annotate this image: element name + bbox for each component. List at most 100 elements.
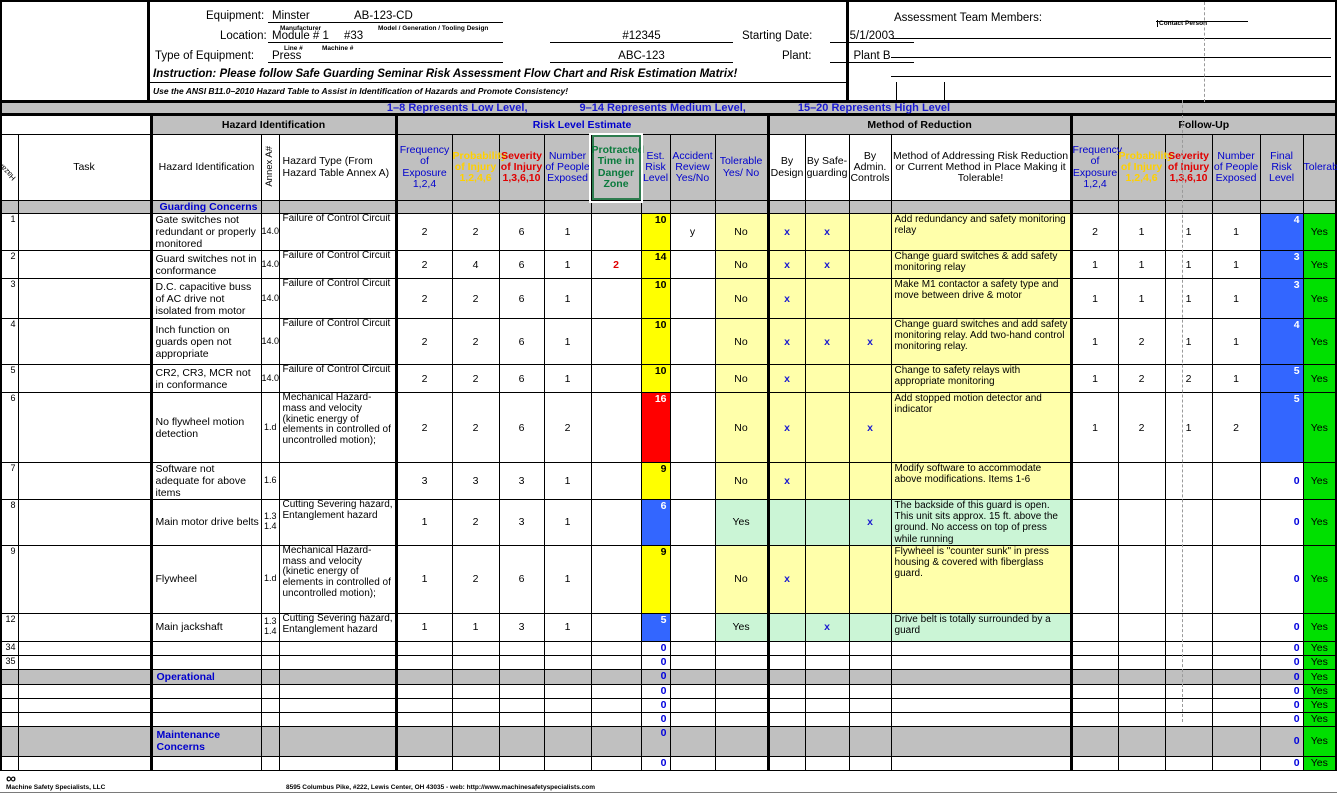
protracted-time-cell[interactable] xyxy=(590,213,642,251)
tolerable-cell[interactable]: No xyxy=(714,278,770,319)
accident-review-cell[interactable] xyxy=(669,755,716,771)
followup-frequency-cell[interactable] xyxy=(1070,755,1119,771)
table-row[interactable]: 3 D.C. capacitive buss of AC drive not is… xyxy=(0,278,1337,319)
probability-of-injury-cell[interactable]: 1 xyxy=(451,612,500,642)
serial-number-1[interactable]: #12345 xyxy=(550,30,733,43)
hazard-identification-cell[interactable]: Main jackshaft xyxy=(149,612,262,642)
protracted-time-cell[interactable] xyxy=(590,697,642,713)
number-of-people-cell[interactable]: 1 xyxy=(543,213,592,251)
method-of-addressing-cell[interactable]: Add redundancy and safety monitoring rel… xyxy=(890,213,1073,251)
number-of-people-cell[interactable]: 1 xyxy=(543,544,592,614)
severity-of-injury-cell[interactable] xyxy=(498,725,545,757)
by-safeguarding-cell[interactable]: x xyxy=(804,250,850,279)
by-safeguarding-cell[interactable] xyxy=(804,755,850,771)
hazard-identification-cell[interactable]: CR2, CR3, MCR not in conformance xyxy=(149,364,262,393)
followup-severity-cell[interactable] xyxy=(1164,612,1213,642)
table-row[interactable]: Operational 0 0 Yes xyxy=(0,668,1337,685)
task-cell[interactable] xyxy=(17,278,152,319)
followup-frequency-cell[interactable] xyxy=(1070,711,1119,727)
frequency-of-exposure-cell[interactable]: 2 xyxy=(395,250,453,279)
probability-of-injury-cell[interactable]: 4 xyxy=(451,250,500,279)
followup-frequency-cell[interactable]: 2 xyxy=(1070,213,1119,251)
followup-frequency-cell[interactable]: 1 xyxy=(1070,392,1119,463)
severity-of-injury-cell[interactable]: 6 xyxy=(498,213,545,251)
followup-frequency-cell[interactable] xyxy=(1070,654,1119,670)
tolerable-cell[interactable]: No xyxy=(714,364,770,393)
probability-of-injury-cell[interactable] xyxy=(451,683,500,699)
by-safeguarding-cell[interactable] xyxy=(804,364,850,393)
method-of-addressing-cell[interactable]: Make M1 contactor a safety type and move… xyxy=(890,278,1073,319)
accident-review-cell[interactable] xyxy=(669,364,716,393)
number-of-people-cell[interactable] xyxy=(543,640,592,656)
hazard-type-cell[interactable] xyxy=(278,725,398,757)
probability-of-injury-cell[interactable] xyxy=(451,725,500,757)
tolerable-cell[interactable] xyxy=(714,640,770,656)
frequency-of-exposure-cell[interactable] xyxy=(395,725,453,757)
followup-probability-cell[interactable]: 2 xyxy=(1117,364,1166,393)
method-of-addressing-cell[interactable] xyxy=(890,697,1073,713)
frequency-of-exposure-cell[interactable]: 1 xyxy=(395,499,453,546)
severity-of-injury-cell[interactable]: 6 xyxy=(498,364,545,393)
followup-people-cell[interactable] xyxy=(1211,697,1261,713)
severity-of-injury-cell[interactable] xyxy=(498,654,545,670)
tolerable-cell[interactable] xyxy=(714,668,770,685)
followup-frequency-cell[interactable]: 1 xyxy=(1070,278,1119,319)
number-of-people-cell[interactable]: 2 xyxy=(543,392,592,463)
followup-tolerable-cell[interactable]: Yes xyxy=(1302,697,1337,713)
annex-cell[interactable]: 14.0 xyxy=(260,278,280,319)
hazard-identification-cell[interactable]: No flywheel motion detection xyxy=(149,392,262,463)
equipment-type-value[interactable]: Press xyxy=(268,50,503,63)
frequency-of-exposure-cell[interactable]: 2 xyxy=(395,213,453,251)
frequency-of-exposure-cell[interactable] xyxy=(395,755,453,771)
followup-severity-cell[interactable] xyxy=(1164,711,1213,727)
frequency-of-exposure-cell[interactable] xyxy=(395,654,453,670)
probability-of-injury-cell[interactable] xyxy=(451,755,500,771)
followup-tolerable-cell[interactable]: Yes xyxy=(1302,654,1337,670)
task-cell[interactable] xyxy=(17,462,152,500)
accident-review-cell[interactable] xyxy=(669,278,716,319)
team-member-line-1[interactable] xyxy=(891,38,1331,39)
followup-frequency-cell[interactable] xyxy=(1070,462,1119,500)
annex-cell[interactable] xyxy=(260,697,280,713)
followup-tolerable-cell[interactable]: Yes xyxy=(1302,683,1337,699)
followup-tolerable-cell[interactable]: Yes xyxy=(1302,250,1337,279)
hazard-identification-cell[interactable]: Main motor drive belts xyxy=(149,499,262,546)
by-design-cell[interactable]: x xyxy=(767,364,806,393)
followup-tolerable-cell[interactable]: Yes xyxy=(1302,318,1337,365)
task-cell[interactable] xyxy=(17,364,152,393)
method-of-addressing-cell[interactable]: Drive belt is totally surrounded by a gu… xyxy=(890,612,1073,642)
method-of-addressing-cell[interactable]: Change to safety relays with appropriate… xyxy=(890,364,1073,393)
severity-of-injury-cell[interactable]: 3 xyxy=(498,499,545,546)
tolerable-cell[interactable]: No xyxy=(714,250,770,279)
followup-people-cell[interactable] xyxy=(1211,668,1261,685)
hazard-type-cell[interactable]: Failure of Control Circuit xyxy=(278,250,398,279)
followup-people-cell[interactable] xyxy=(1211,711,1261,727)
protracted-time-cell[interactable] xyxy=(590,392,642,463)
severity-of-injury-cell[interactable] xyxy=(498,711,545,727)
table-row[interactable]: 0 0 Yes xyxy=(0,755,1337,771)
followup-severity-cell[interactable] xyxy=(1164,668,1213,685)
table-row[interactable]: 2 Guard switches not in conformance 14.0 Fa… xyxy=(0,250,1337,279)
probability-of-injury-cell[interactable] xyxy=(451,697,500,713)
task-cell[interactable] xyxy=(17,640,152,656)
followup-severity-cell[interactable]: 1 xyxy=(1164,213,1213,251)
by-admin-controls-cell[interactable]: x xyxy=(848,318,892,365)
hazard-identification-cell[interactable]: Flywheel xyxy=(149,544,262,614)
hazard-type-cell[interactable]: Failure of Control Circuit xyxy=(278,278,398,319)
tolerable-cell[interactable]: No xyxy=(714,462,770,500)
annex-cell[interactable] xyxy=(260,683,280,699)
by-admin-controls-cell[interactable] xyxy=(848,250,892,279)
table-row[interactable]: 35 0 0 Yes xyxy=(0,654,1337,670)
followup-people-cell[interactable] xyxy=(1211,612,1261,642)
followup-probability-cell[interactable] xyxy=(1117,697,1166,713)
protracted-time-cell[interactable] xyxy=(590,755,642,771)
number-of-people-cell[interactable] xyxy=(543,654,592,670)
by-design-cell[interactable]: x xyxy=(767,544,806,614)
severity-of-injury-cell[interactable] xyxy=(498,668,545,685)
frequency-of-exposure-cell[interactable]: 2 xyxy=(395,392,453,463)
annex-cell[interactable] xyxy=(260,654,280,670)
followup-tolerable-cell[interactable]: Yes xyxy=(1302,711,1337,727)
frequency-of-exposure-cell[interactable]: 1 xyxy=(395,544,453,614)
accident-review-cell[interactable] xyxy=(669,668,716,685)
followup-probability-cell[interactable] xyxy=(1117,640,1166,656)
